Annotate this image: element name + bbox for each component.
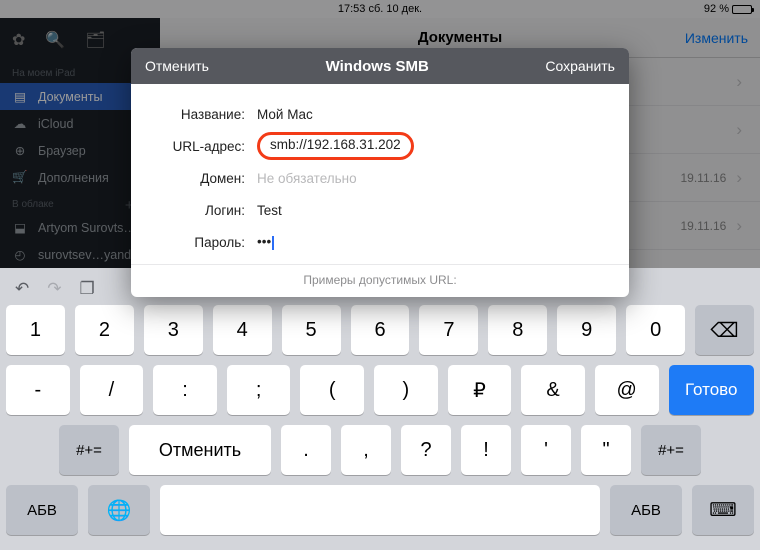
key-3[interactable]: 3 <box>144 305 203 355</box>
key-2[interactable]: 2 <box>75 305 134 355</box>
chevron-right-icon: › <box>736 216 742 236</box>
key-8[interactable]: 8 <box>488 305 547 355</box>
text-cursor <box>272 236 274 250</box>
save-button[interactable]: Сохранить <box>545 58 615 74</box>
field-password: Пароль: ••• <box>131 226 629 258</box>
key-slash[interactable]: / <box>80 365 144 415</box>
symbols-key[interactable]: #+= <box>59 425 119 475</box>
edit-button[interactable]: Изменить <box>685 30 748 46</box>
abc-key[interactable]: АБВ <box>6 485 78 535</box>
name-input[interactable]: Мой Mac <box>257 107 605 122</box>
dropbox-icon: ⬓ <box>12 220 28 235</box>
field-name: Название: Мой Mac <box>131 98 629 130</box>
space-key[interactable] <box>160 485 600 535</box>
key-exclaim[interactable]: ! <box>461 425 511 475</box>
dialog-header: Отменить Windows SMB Сохранить <box>131 48 629 84</box>
key-1[interactable]: 1 <box>6 305 65 355</box>
kbd-row-2: - / : ; ( ) ₽ & @ Готово <box>6 365 754 415</box>
dialog-title: Windows SMB <box>326 58 429 75</box>
field-url: URL-адрес: smb://192.168.31.202 <box>131 130 629 162</box>
chevron-right-icon: › <box>736 168 742 188</box>
disk-icon: ◴ <box>12 247 28 262</box>
chevron-right-icon: › <box>736 72 742 92</box>
done-key[interactable]: Готово <box>669 365 754 415</box>
cart-icon: 🛒 <box>12 170 28 185</box>
page-title: Документы <box>418 29 502 46</box>
status-battery: 92 % <box>704 3 752 15</box>
key-amp[interactable]: & <box>521 365 585 415</box>
key-apostrophe[interactable]: ' <box>521 425 571 475</box>
cloud-icon: ☁ <box>12 116 28 131</box>
status-bar: 17:53 сб. 10 дек. 92 % <box>0 0 760 18</box>
kbd-row-3: #+= Отменить . , ? ! ' " #+= <box>6 425 754 475</box>
cancel-key[interactable]: Отменить <box>129 425 271 475</box>
keyboard: ↶ ↷ ❐ 1 2 3 4 5 6 7 8 9 0 ⌫ - / : ; ( ) … <box>0 268 760 550</box>
key-9[interactable]: 9 <box>557 305 616 355</box>
key-at[interactable]: @ <box>595 365 659 415</box>
key-lparen[interactable]: ( <box>300 365 364 415</box>
battery-icon <box>732 5 752 14</box>
key-question[interactable]: ? <box>401 425 451 475</box>
backspace-key[interactable]: ⌫ <box>695 305 754 355</box>
key-period[interactable]: . <box>281 425 331 475</box>
kbd-row-1: 1 2 3 4 5 6 7 8 9 0 ⌫ <box>6 305 754 355</box>
hide-keyboard-key[interactable]: ⌨ <box>692 485 754 535</box>
status-time: 17:53 сб. 10 дек. <box>338 3 422 15</box>
key-dash[interactable]: - <box>6 365 70 415</box>
keyboard-hide-icon: ⌨ <box>709 499 736 522</box>
key-semicolon[interactable]: ; <box>227 365 291 415</box>
key-colon[interactable]: : <box>153 365 217 415</box>
key-5[interactable]: 5 <box>282 305 341 355</box>
key-rparen[interactable]: ) <box>374 365 438 415</box>
folder-icon[interactable]: 🗂 <box>85 30 105 50</box>
key-7[interactable]: 7 <box>419 305 478 355</box>
url-input[interactable]: smb://192.168.31.202 <box>257 132 605 159</box>
key-quote[interactable]: " <box>581 425 631 475</box>
url-highlight: smb://192.168.31.202 <box>257 132 414 159</box>
field-domain: Домен: Не обязательно <box>131 162 629 194</box>
key-ruble[interactable]: ₽ <box>448 365 512 415</box>
key-4[interactable]: 4 <box>213 305 272 355</box>
globe-icon: 🌐 <box>107 498 132 523</box>
gear-icon[interactable]: ✿ <box>12 30 25 50</box>
globe-icon: ⊕ <box>12 143 28 158</box>
doc-icon: ▤ <box>12 89 28 104</box>
domain-input[interactable]: Не обязательно <box>257 171 605 186</box>
backspace-icon: ⌫ <box>710 318 738 343</box>
abc-key-2[interactable]: АБВ <box>610 485 682 535</box>
key-0[interactable]: 0 <box>626 305 685 355</box>
kbd-row-4: АБВ 🌐 АБВ ⌨ <box>6 485 754 535</box>
globe-key[interactable]: 🌐 <box>88 485 150 535</box>
cancel-button[interactable]: Отменить <box>145 58 209 74</box>
key-comma[interactable]: , <box>341 425 391 475</box>
password-input[interactable]: ••• <box>257 234 605 249</box>
symbols-key-2[interactable]: #+= <box>641 425 701 475</box>
search-icon[interactable]: 🔍 <box>45 30 65 50</box>
chevron-right-icon: › <box>736 120 742 140</box>
login-input[interactable]: Test <box>257 203 605 218</box>
undo-icon[interactable]: ↶ <box>15 279 29 299</box>
field-login: Логин: Test <box>131 194 629 226</box>
key-6[interactable]: 6 <box>351 305 410 355</box>
redo-icon[interactable]: ↷ <box>47 279 61 299</box>
dialog-footer: Примеры допустимых URL: <box>131 264 629 297</box>
smb-dialog: Отменить Windows SMB Сохранить Название:… <box>131 48 629 297</box>
clipboard-icon[interactable]: ❐ <box>80 279 95 299</box>
